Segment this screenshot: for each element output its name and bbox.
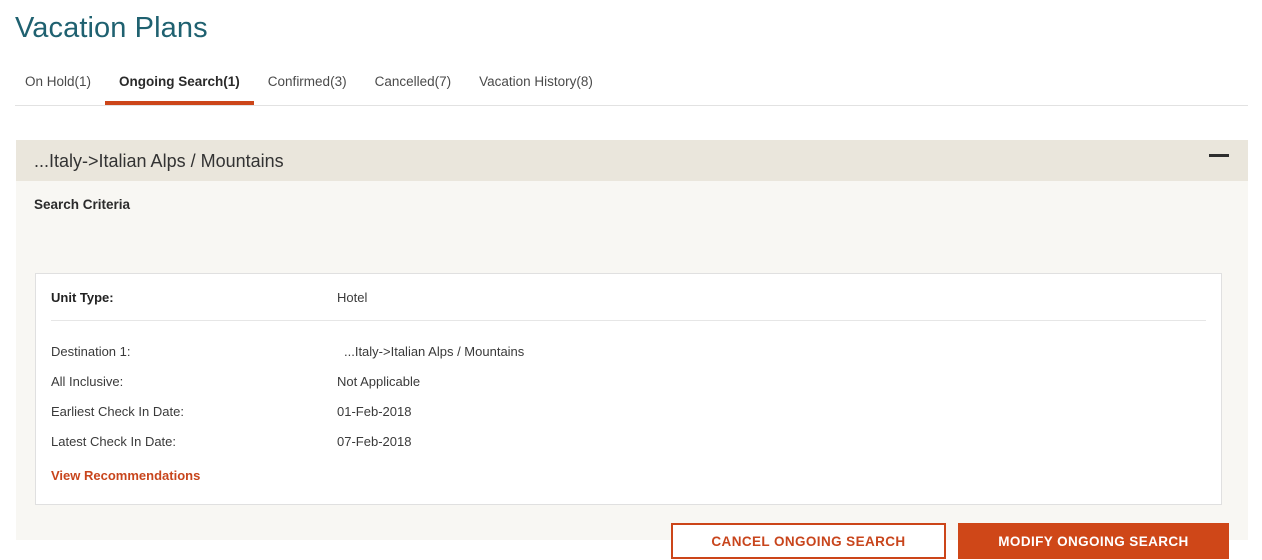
- panel-actions: CANCEL ONGOING SEARCH MODIFY ONGOING SEA…: [671, 523, 1229, 559]
- minimize-icon-bar: [1209, 154, 1229, 157]
- tab-label: Ongoing Search(1): [119, 74, 240, 89]
- tab-on-hold[interactable]: On Hold(1): [15, 68, 105, 105]
- criteria-value: Hotel: [337, 290, 368, 305]
- criteria-value: 01-Feb-2018: [337, 404, 412, 419]
- criteria-value: Not Applicable: [337, 374, 421, 389]
- criteria-value: 07-Feb-2018: [337, 434, 412, 449]
- tab-vacation-history[interactable]: Vacation History(8): [465, 68, 607, 105]
- minimize-icon[interactable]: [1206, 148, 1232, 172]
- criteria-row-unit-type: Unit Type: Hotel: [36, 289, 1221, 319]
- criteria-row-earliest-check-in-date: Earliest Check In Date: 01-Feb-2018: [36, 403, 1221, 433]
- tab-label: Cancelled(7): [374, 74, 452, 89]
- tab-label: On Hold(1): [25, 74, 92, 89]
- cancel-ongoing-search-button[interactable]: CANCEL ONGOING SEARCH: [671, 523, 946, 559]
- search-criteria-card: Unit Type: Hotel Destination 1: ...Italy…: [35, 273, 1222, 505]
- vacation-plans-page: Vacation Plans On Hold(1) Ongoing Search…: [0, 0, 1262, 560]
- criteria-row-latest-check-in-date: Latest Check In Date: 07-Feb-2018: [36, 433, 1221, 463]
- criteria-label: Latest Check In Date:: [51, 434, 177, 449]
- search-criteria-heading: Search Criteria: [34, 197, 131, 212]
- tab-ongoing-search[interactable]: Ongoing Search(1): [105, 68, 254, 105]
- criteria-row-destination-1: Destination 1: ...Italy->Italian Alps / …: [36, 343, 1221, 373]
- tab-confirmed[interactable]: Confirmed(3): [254, 68, 361, 105]
- tab-cancelled[interactable]: Cancelled(7): [361, 68, 466, 105]
- panel-title: ...Italy->Italian Alps / Mountains: [34, 151, 284, 171]
- criteria-label: Earliest Check In Date:: [51, 404, 184, 419]
- tab-bar: On Hold(1) Ongoing Search(1) Confirmed(3…: [15, 68, 1248, 106]
- panel-header[interactable]: ...Italy->Italian Alps / Mountains: [16, 140, 1248, 181]
- criteria-label: Unit Type:: [51, 290, 114, 305]
- criteria-label: All Inclusive:: [51, 374, 124, 389]
- page-title: Vacation Plans: [15, 12, 208, 44]
- criteria-divider: [51, 320, 1206, 321]
- criteria-label: Destination 1:: [51, 344, 131, 359]
- modify-ongoing-search-button[interactable]: MODIFY ONGOING SEARCH: [958, 523, 1229, 559]
- active-tab-indicator: [105, 101, 254, 105]
- ongoing-search-panel: ...Italy->Italian Alps / Mountains Searc…: [16, 140, 1248, 559]
- tab-label: Confirmed(3): [267, 74, 347, 89]
- criteria-value: ...Italy->Italian Alps / Mountains: [344, 344, 525, 359]
- criteria-row-all-inclusive: All Inclusive: Not Applicable: [36, 373, 1221, 403]
- panel-body: Search Criteria Unit Type: Hotel Destina…: [16, 181, 1248, 559]
- view-recommendations-link[interactable]: View Recommendations: [51, 467, 200, 485]
- tab-label: Vacation History(8): [479, 74, 593, 89]
